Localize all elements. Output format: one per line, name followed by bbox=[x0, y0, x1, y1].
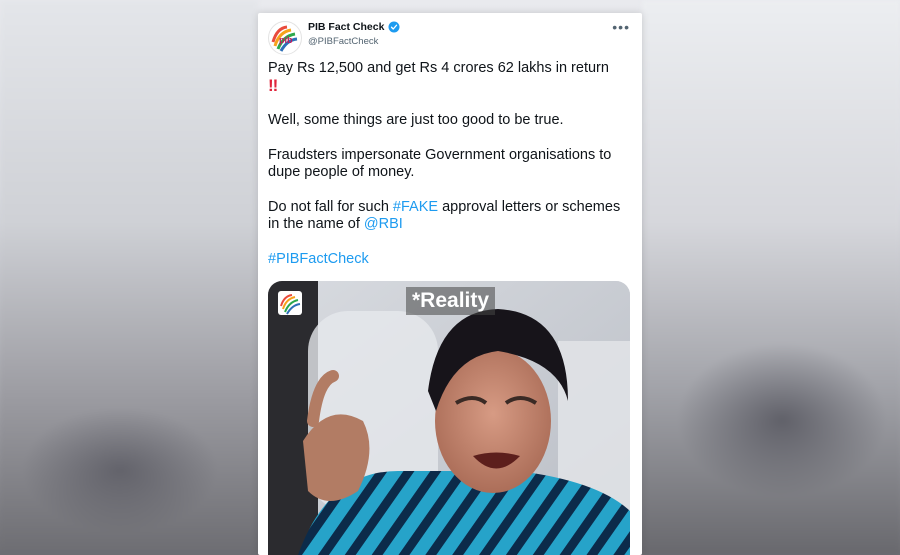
background-right bbox=[642, 0, 900, 555]
tweet-media[interactable]: *Reality bbox=[268, 281, 630, 555]
tweet-line-warning-2: in the name of @RBI bbox=[268, 216, 403, 232]
tweet-text: Pay Rs 12,500 and get Rs 4 crores 62 lak… bbox=[268, 60, 632, 268]
name-row: PIB Fact Check bbox=[308, 21, 400, 33]
mention-rbi-link[interactable]: @RBI bbox=[364, 216, 403, 232]
tweet-header: pib PIB Fact Check @PIBFactCheck ••• bbox=[268, 19, 632, 55]
pib-logo-icon: pib bbox=[270, 23, 300, 53]
svg-text:pib: pib bbox=[279, 35, 293, 45]
tweet-line-warning-1: Do not fall for such #FAKE approval lett… bbox=[268, 199, 621, 215]
media-caption: *Reality bbox=[406, 287, 496, 315]
pib-watermark-icon bbox=[278, 291, 302, 315]
hashtag-pibfactcheck-link[interactable]: #PIBFactCheck bbox=[268, 251, 632, 268]
more-options-icon[interactable]: ••• bbox=[612, 19, 630, 35]
account-name[interactable]: PIB Fact Check bbox=[308, 21, 384, 33]
verified-badge-icon bbox=[388, 21, 400, 33]
media-photo bbox=[268, 281, 630, 555]
double-exclamation-icon: ‼ bbox=[268, 76, 278, 95]
tweet-line-offer: Pay Rs 12,500 and get Rs 4 crores 62 lak… bbox=[268, 60, 609, 76]
account-handle[interactable]: @PIBFactCheck bbox=[308, 36, 378, 47]
avatar[interactable]: pib bbox=[268, 21, 302, 55]
background-left bbox=[0, 0, 258, 555]
tweet-card: pib PIB Fact Check @PIBFactCheck ••• Pay… bbox=[258, 13, 642, 555]
hashtag-fake-link[interactable]: #FAKE bbox=[393, 199, 438, 215]
tweet-line-fraudsters-2: dupe people of money. bbox=[268, 164, 415, 180]
tweet-line-fraudsters-1: Fraudsters impersonate Government organi… bbox=[268, 147, 612, 163]
tweet-line-too-good: Well, some things are just too good to b… bbox=[268, 112, 564, 128]
